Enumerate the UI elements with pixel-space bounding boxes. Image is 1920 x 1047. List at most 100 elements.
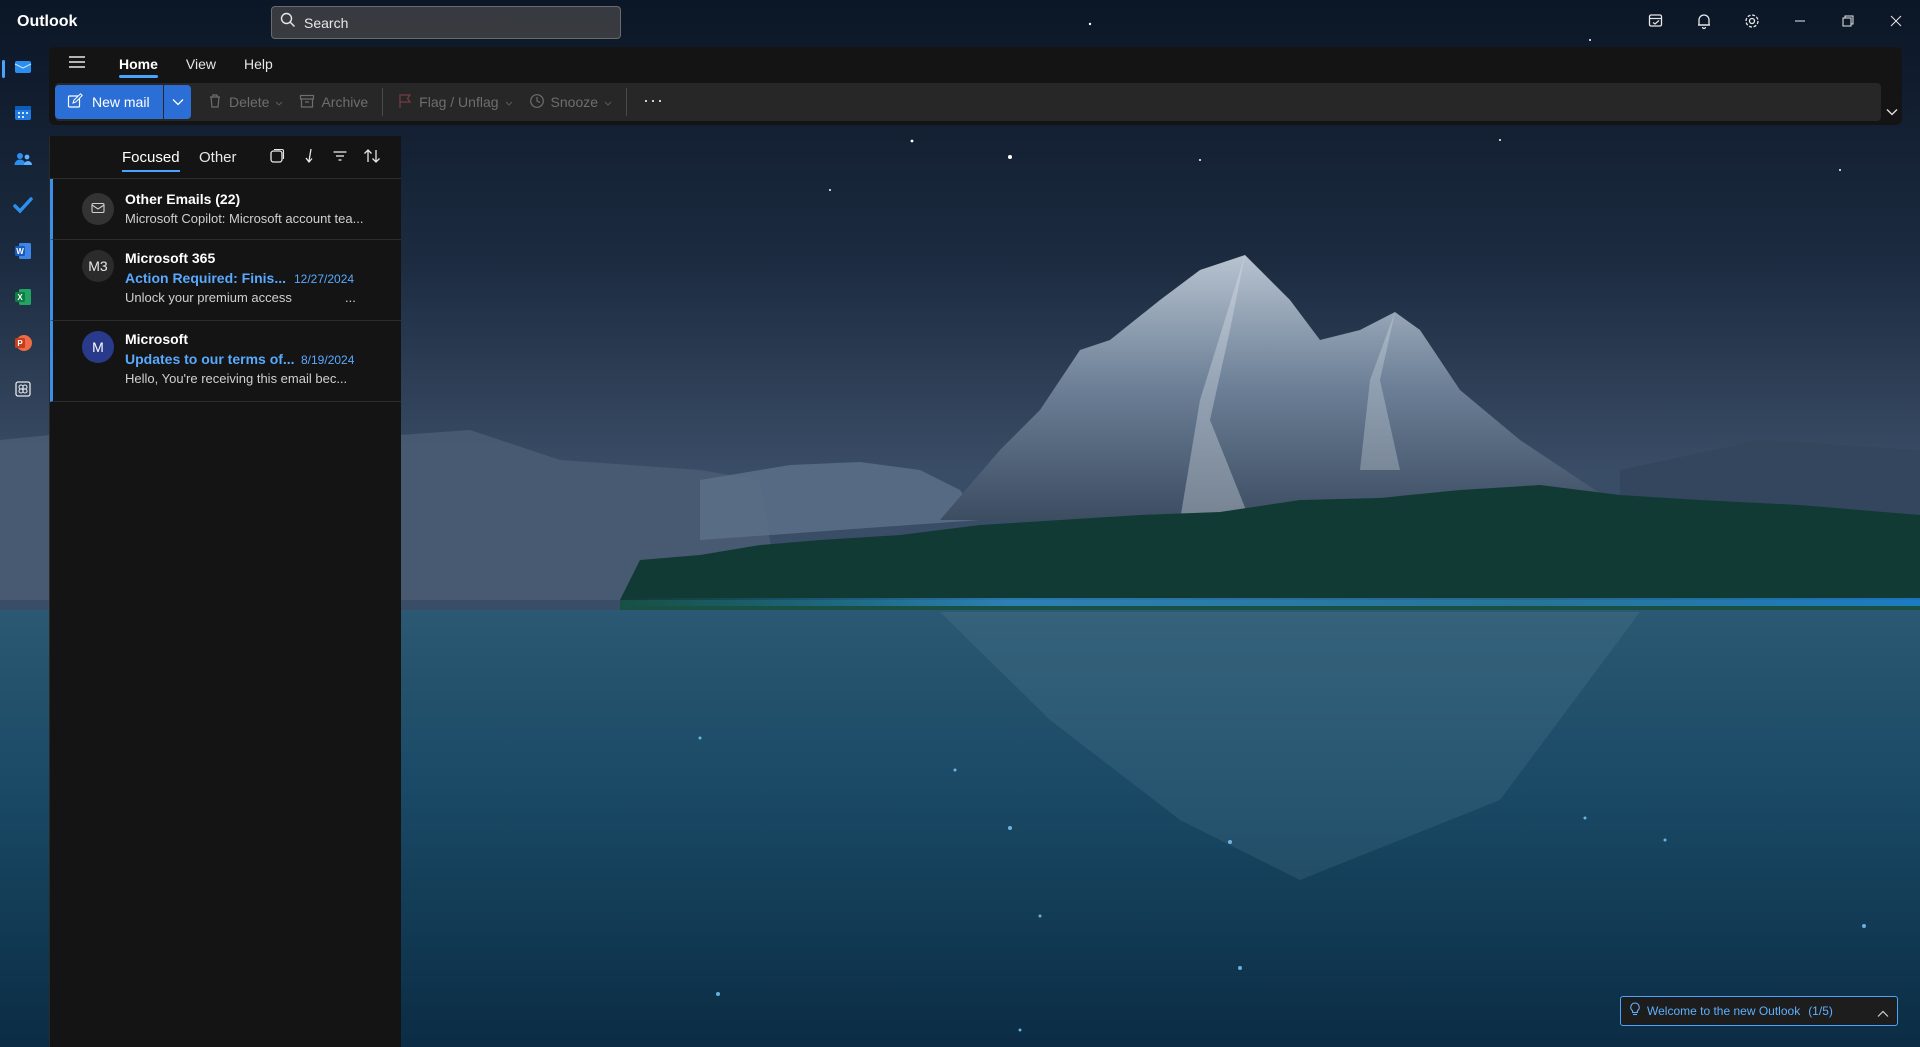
filter-icon[interactable] — [332, 148, 348, 169]
chevron-down-icon — [1886, 103, 1898, 120]
tab-home[interactable]: Home — [105, 47, 172, 81]
chevron-down-icon — [275, 94, 283, 110]
new-mail-label: New mail — [92, 94, 150, 110]
message-preview: Hello, You're receiving this email bec..… — [125, 371, 348, 386]
more-options-button[interactable]: ··· — [633, 85, 674, 119]
snooze-label: Snooze — [550, 94, 599, 110]
rail-mail[interactable] — [0, 50, 45, 88]
new-mail-dropdown[interactable] — [164, 85, 191, 119]
bell-icon — [1695, 12, 1713, 35]
flag-icon — [397, 93, 413, 112]
delete-label: Delete — [229, 94, 270, 110]
message-row[interactable]: M Microsoft Updates to our terms of... 8… — [50, 321, 401, 402]
welcome-count: (1/5) — [1808, 1004, 1833, 1018]
chevron-down-icon — [172, 93, 184, 111]
rail-calendar[interactable] — [0, 96, 45, 134]
svg-text:P: P — [17, 339, 23, 348]
excel-icon: X — [13, 287, 33, 312]
message-preview: Unlock your premium access — [125, 290, 292, 305]
flag-label: Flag / Unflag — [419, 94, 499, 110]
message-row[interactable]: Other Emails (22) Microsoft Copilot: Mic… — [50, 179, 401, 240]
archive-label: Archive — [321, 94, 369, 110]
message-row[interactable]: M3 Microsoft 365 Action Required: Finis.… — [50, 240, 401, 321]
clock-icon — [529, 93, 545, 112]
compose-icon — [67, 92, 83, 112]
sort-icon[interactable] — [363, 148, 381, 169]
chevron-down-icon — [505, 94, 513, 110]
message-sender: Microsoft — [125, 331, 188, 347]
jump-to-icon[interactable] — [302, 148, 318, 169]
archive-icon — [299, 93, 315, 112]
message-date: 12/27/2024 — [294, 272, 355, 286]
my-day-button[interactable] — [1632, 0, 1680, 46]
message-sender: Other Emails (22) — [125, 191, 241, 207]
message-date: 8/19/2024 — [301, 353, 355, 367]
message-preview-more: ... — [345, 290, 356, 305]
svg-text:W: W — [16, 247, 24, 256]
svg-text:X: X — [17, 293, 23, 302]
tab-view[interactable]: View — [172, 47, 230, 81]
rail-todo[interactable] — [0, 188, 45, 226]
flag-button[interactable]: Flag / Unflag — [389, 85, 520, 119]
restore-icon — [1842, 14, 1854, 32]
gear-icon — [1743, 12, 1761, 35]
message-list-pane: Focused Other Other Emails (22) Microsof… — [49, 136, 401, 1047]
ribbon: Home View Help New mail Delete Archive F… — [49, 47, 1902, 125]
envelope-icon — [90, 200, 106, 219]
notifications-button[interactable] — [1680, 0, 1728, 46]
close-icon — [1890, 14, 1902, 32]
rail-word[interactable]: W — [0, 234, 45, 272]
new-mail-split-button: New mail — [55, 85, 191, 119]
tab-help[interactable]: Help — [230, 47, 287, 81]
welcome-text: Welcome to the new Outlook — [1647, 1004, 1801, 1018]
rail-people[interactable] — [0, 142, 45, 180]
archive-button[interactable]: Archive — [291, 85, 376, 119]
ribbon-expand-button[interactable] — [1886, 103, 1898, 121]
message-subject: Updates to our terms of... — [125, 351, 295, 367]
rail-excel[interactable]: X — [0, 280, 45, 318]
avatar: M3 — [82, 250, 114, 282]
lightbulb-icon — [1629, 1001, 1641, 1021]
mail-icon — [13, 57, 33, 82]
close-button[interactable] — [1872, 0, 1920, 46]
avatar: M — [82, 331, 114, 363]
hamburger-icon — [68, 55, 86, 74]
toolbar-divider — [382, 88, 384, 116]
ribbon-toolbar: New mail Delete Archive Flag / Unflag Sn… — [55, 83, 1881, 121]
toolbar-divider — [626, 88, 628, 116]
message-preview: Microsoft Copilot: Microsoft account tea… — [125, 211, 364, 226]
app-rail: W X P — [0, 46, 45, 1047]
message-list-header: Focused Other — [50, 136, 401, 179]
todo-icon — [12, 195, 33, 220]
delete-button[interactable]: Delete — [199, 85, 291, 119]
powerpoint-icon: P — [13, 333, 33, 358]
app-title: Outlook — [17, 13, 78, 30]
navigation-menu-button[interactable] — [49, 47, 105, 81]
rail-apps[interactable] — [0, 372, 45, 410]
snooze-button[interactable]: Snooze — [521, 85, 620, 119]
message-sender: Microsoft 365 — [125, 250, 216, 266]
welcome-tour-banner[interactable]: Welcome to the new Outlook (1/5) — [1620, 996, 1898, 1026]
my-day-icon — [1647, 12, 1665, 35]
tab-focused[interactable]: Focused — [122, 149, 180, 172]
title-bar: Outlook — [0, 0, 1920, 46]
tab-other[interactable]: Other — [199, 149, 237, 166]
trash-icon — [207, 93, 223, 112]
word-icon: W — [13, 241, 33, 266]
search-input[interactable] — [304, 14, 604, 31]
settings-button[interactable] — [1728, 0, 1776, 46]
avatar — [82, 193, 114, 225]
calendar-icon — [13, 103, 33, 128]
minimize-icon — [1794, 14, 1806, 32]
minimize-button[interactable] — [1776, 0, 1824, 46]
chevron-up-icon[interactable] — [1877, 1005, 1889, 1023]
restore-button[interactable] — [1824, 0, 1872, 46]
message-subject: Action Required: Finis... — [125, 270, 287, 286]
new-mail-button[interactable]: New mail — [55, 85, 163, 119]
search-box[interactable] — [271, 6, 621, 39]
rail-powerpoint[interactable]: P — [0, 326, 45, 364]
select-mode-icon[interactable] — [269, 148, 285, 169]
people-icon — [13, 149, 33, 174]
chevron-down-icon — [604, 94, 612, 110]
apps-icon — [13, 379, 33, 404]
